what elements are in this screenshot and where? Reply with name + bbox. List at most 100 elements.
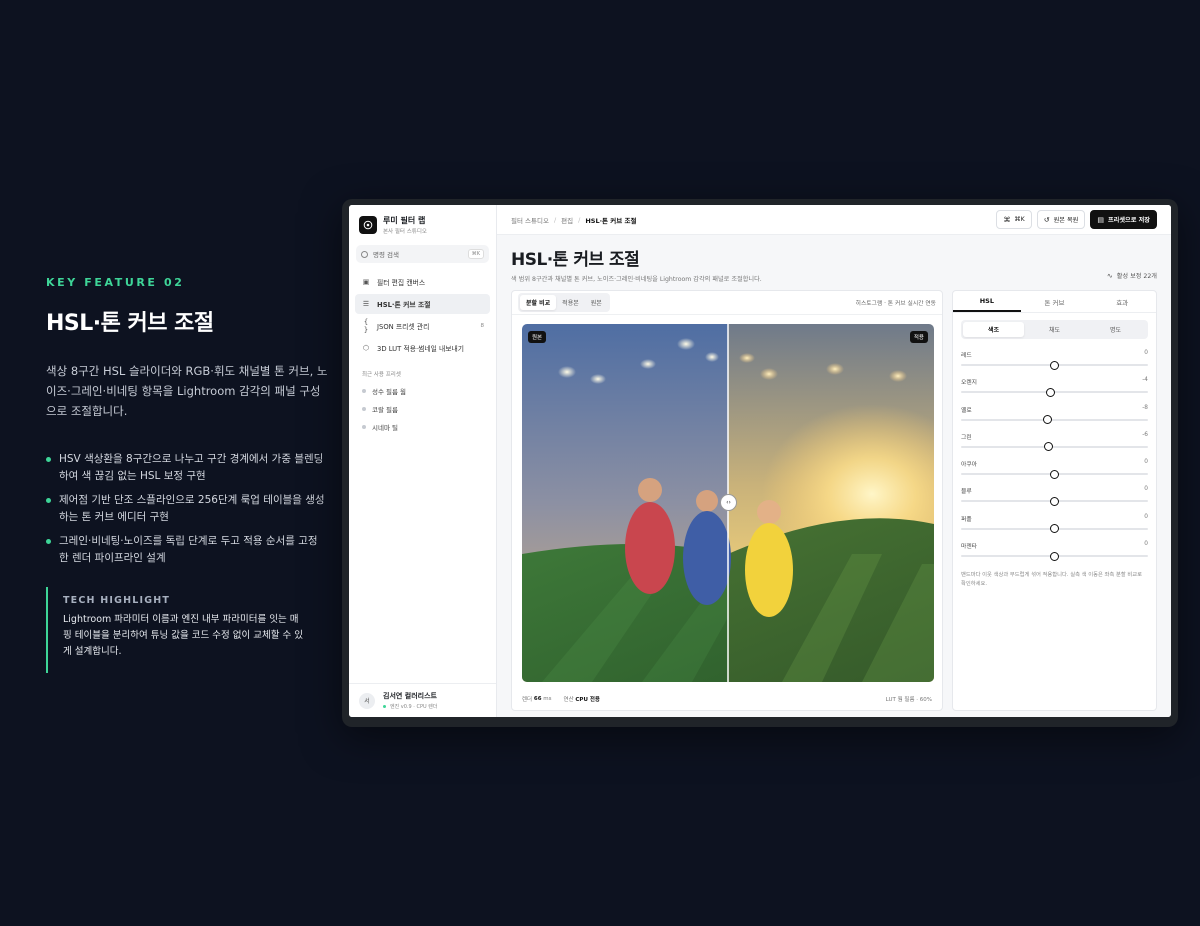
split-handle[interactable]: ‹›: [720, 494, 737, 511]
tab-applied[interactable]: 적용본: [556, 295, 585, 310]
page-title: HSL·톤 커브 조절: [511, 250, 640, 270]
slider-track[interactable]: [961, 415, 1148, 425]
slider-value: 0: [1144, 513, 1148, 520]
search-input[interactable]: 명령 검색: [373, 249, 468, 259]
hsl-mode-toggle: 색조 채도 명도: [961, 320, 1148, 339]
slider-track[interactable]: [961, 551, 1148, 561]
breadcrumb: 필터 스튜디오 / 편집 / HSL·톤 커브 조절: [511, 215, 637, 225]
slider-label: 그린: [961, 434, 972, 441]
hue-sliders: 레드 0 오렌지 -4 옐로 -8 그린 -6 아쿠아 0 블루 0 퍼플 0 마젠타 0: [953, 347, 1156, 565]
recent-preset-item[interactable]: 코랄 필름: [355, 400, 490, 418]
split-compare-image[interactable]: 원본 적용 ‹›: [522, 324, 934, 682]
slider-thumb[interactable]: [1042, 415, 1052, 425]
recent-preset-item[interactable]: 성수 필름 웜: [355, 382, 490, 400]
status-dot-icon: [383, 705, 386, 708]
sidebar-item-canvas[interactable]: ▣ 필터 편집 캔버스: [355, 272, 490, 292]
compute-label: 연산: [563, 697, 574, 703]
brand[interactable]: 루미 필터 랩 본사 필터 스튜디오: [349, 205, 496, 241]
slider-track[interactable]: [961, 469, 1148, 479]
tab-effects[interactable]: 효과: [1088, 291, 1156, 312]
save-icon: ▤: [1097, 215, 1104, 224]
recent-preset-label: 성수 필름 웜: [372, 388, 407, 396]
reset-original-button[interactable]: ↺ 원본 복원: [1036, 210, 1086, 229]
recent-preset-label: 코랄 필름: [372, 406, 398, 414]
engine-status: 엔진 v0.9 · CPU 렌더: [390, 704, 438, 710]
breadcrumb-current: HSL·톤 커브 조절: [585, 216, 637, 225]
avatar: 서: [359, 692, 375, 709]
command-button-label: ⌘K: [1014, 216, 1025, 223]
slider-label: 마젠타: [961, 544, 977, 551]
save-preset-button[interactable]: ▤ 프리셋으로 저장: [1090, 210, 1157, 229]
reset-button-label: 원본 복원: [1053, 217, 1079, 224]
command-palette-button[interactable]: ⌘ ⌘K: [996, 210, 1032, 229]
tab-saturation[interactable]: 채도: [1024, 322, 1085, 337]
slider-value: 0: [1144, 350, 1148, 356]
slider-thumb[interactable]: [1050, 469, 1059, 479]
user-profile[interactable]: 서 김서연 컬러리스트 엔진 v0.9 · CPU 렌더: [349, 683, 496, 717]
tab-tone-curve[interactable]: 톤 커브: [1021, 291, 1089, 312]
recent-presets-heading: 최근 사용 프리셋: [362, 372, 401, 378]
hue-slider[interactable]: 레드 0: [961, 347, 1148, 374]
slider-value: -8: [1142, 404, 1148, 411]
command-icon: ⌘: [1003, 215, 1011, 224]
feature-bullet: 제어점 기반 단조 스플라인으로 256단계 룩업 테이블을 생성하는 톤 커브…: [46, 492, 326, 526]
slider-value: -6: [1142, 431, 1148, 438]
user-name: 김서연 컬러리스트: [383, 692, 437, 700]
tab-hsl[interactable]: HSL: [953, 291, 1021, 312]
slider-track[interactable]: [961, 496, 1148, 506]
tab-luminance[interactable]: 명도: [1085, 322, 1146, 337]
sliders-icon: ☰: [362, 300, 370, 308]
hue-slider[interactable]: 그린 -6: [961, 429, 1148, 456]
preset-count-badge: 8: [480, 323, 485, 329]
slider-thumb[interactable]: [1050, 551, 1059, 561]
render-label: 렌더: [522, 697, 533, 703]
hue-slider[interactable]: 마젠타 0: [961, 538, 1148, 565]
main-content: 필터 스튜디오 / 편집 / HSL·톤 커브 조절 ⌘ ⌘K ↺ 원본 복원: [497, 205, 1171, 717]
tab-hue[interactable]: 색조: [963, 322, 1024, 337]
recent-preset-item[interactable]: 시네마 틸: [355, 418, 490, 436]
render-stats: 렌더 66 ms 연산 CPU 전용 LUT 웜 필름 · 60%: [522, 694, 932, 704]
histogram-sync-note: 히스토그램 · 톤 커브 실시간 연동: [855, 301, 936, 307]
sidebar: 루미 필터 랩 본사 필터 스튜디오 명령 검색 ⌘K ▣ 필터 편집 캔버스 …: [349, 205, 497, 717]
tech-highlight-text: Lightroom 파라미터 이름과 엔진 내부 파라미터를 잇는 매핑 테이블…: [63, 614, 303, 657]
slider-thumb[interactable]: [1044, 442, 1054, 452]
hue-slider[interactable]: 오렌지 -4: [961, 374, 1148, 401]
tab-original[interactable]: 원본: [585, 295, 608, 310]
slider-label: 퍼플: [961, 516, 972, 523]
slider-track[interactable]: [961, 442, 1148, 452]
slider-track[interactable]: [961, 360, 1148, 370]
render-unit: ms: [543, 696, 552, 702]
compute-mode: CPU 전용: [575, 697, 600, 703]
slider-thumb[interactable]: [1050, 524, 1059, 534]
save-button-label: 프리셋으로 저장: [1107, 217, 1150, 224]
braces-icon: { }: [363, 318, 369, 334]
hue-slider[interactable]: 아쿠아 0: [961, 456, 1148, 483]
slider-thumb[interactable]: [1050, 360, 1059, 370]
view-mode-toggle: 분할 비교 적용본 원본: [518, 293, 610, 312]
sidebar-item-hsl-tone[interactable]: ☰ HSL·톤 커브 조절: [355, 294, 490, 314]
hue-slider[interactable]: 블루 0: [961, 483, 1148, 510]
hue-slider[interactable]: 옐로 -8: [961, 402, 1148, 429]
cube-icon: ⬡: [362, 344, 370, 352]
slider-track[interactable]: [961, 524, 1148, 534]
tab-split-compare[interactable]: 분할 비교: [520, 295, 557, 310]
command-search[interactable]: 명령 검색 ⌘K: [356, 245, 489, 263]
slider-label: 오렌지: [961, 380, 977, 387]
slider-track[interactable]: [961, 387, 1148, 397]
feature-title: HSL·톤 커브 조절: [46, 311, 214, 336]
breadcrumb-item[interactable]: 필터 스튜디오: [511, 215, 549, 225]
breadcrumb-item[interactable]: 편집: [561, 215, 573, 225]
sidebar-item-lut-export[interactable]: ⬡ 3D LUT 적용·썸네일 내보내기: [355, 338, 490, 358]
slider-label: 옐로: [961, 407, 972, 414]
sidebar-item-json-presets[interactable]: { } JSON 프리셋 관리 8: [355, 316, 490, 336]
image-icon: ▣: [362, 278, 370, 286]
panel-tabs: HSL 톤 커브 효과: [953, 291, 1156, 313]
slider-thumb[interactable]: [1050, 496, 1059, 506]
top-bar: 필터 스튜디오 / 편집 / HSL·톤 커브 조절 ⌘ ⌘K ↺ 원본 복원: [497, 205, 1171, 235]
dot-icon: [362, 425, 366, 429]
hue-slider[interactable]: 퍼플 0: [961, 511, 1148, 538]
preview-toolbar: 분할 비교 적용본 원본 히스토그램 · 톤 커브 실시간 연동: [512, 291, 942, 315]
adjustment-panel: HSL 톤 커브 효과 색조 채도 명도 레드 0 오렌지 -4 옐로 -8 그린 -6 아쿠아…: [952, 290, 1157, 711]
feature-bullet: HSV 색상환을 8구간으로 나누고 구간 경계에서 가중 블렌딩하여 색 끊김…: [46, 451, 326, 485]
slider-thumb[interactable]: [1046, 387, 1056, 397]
